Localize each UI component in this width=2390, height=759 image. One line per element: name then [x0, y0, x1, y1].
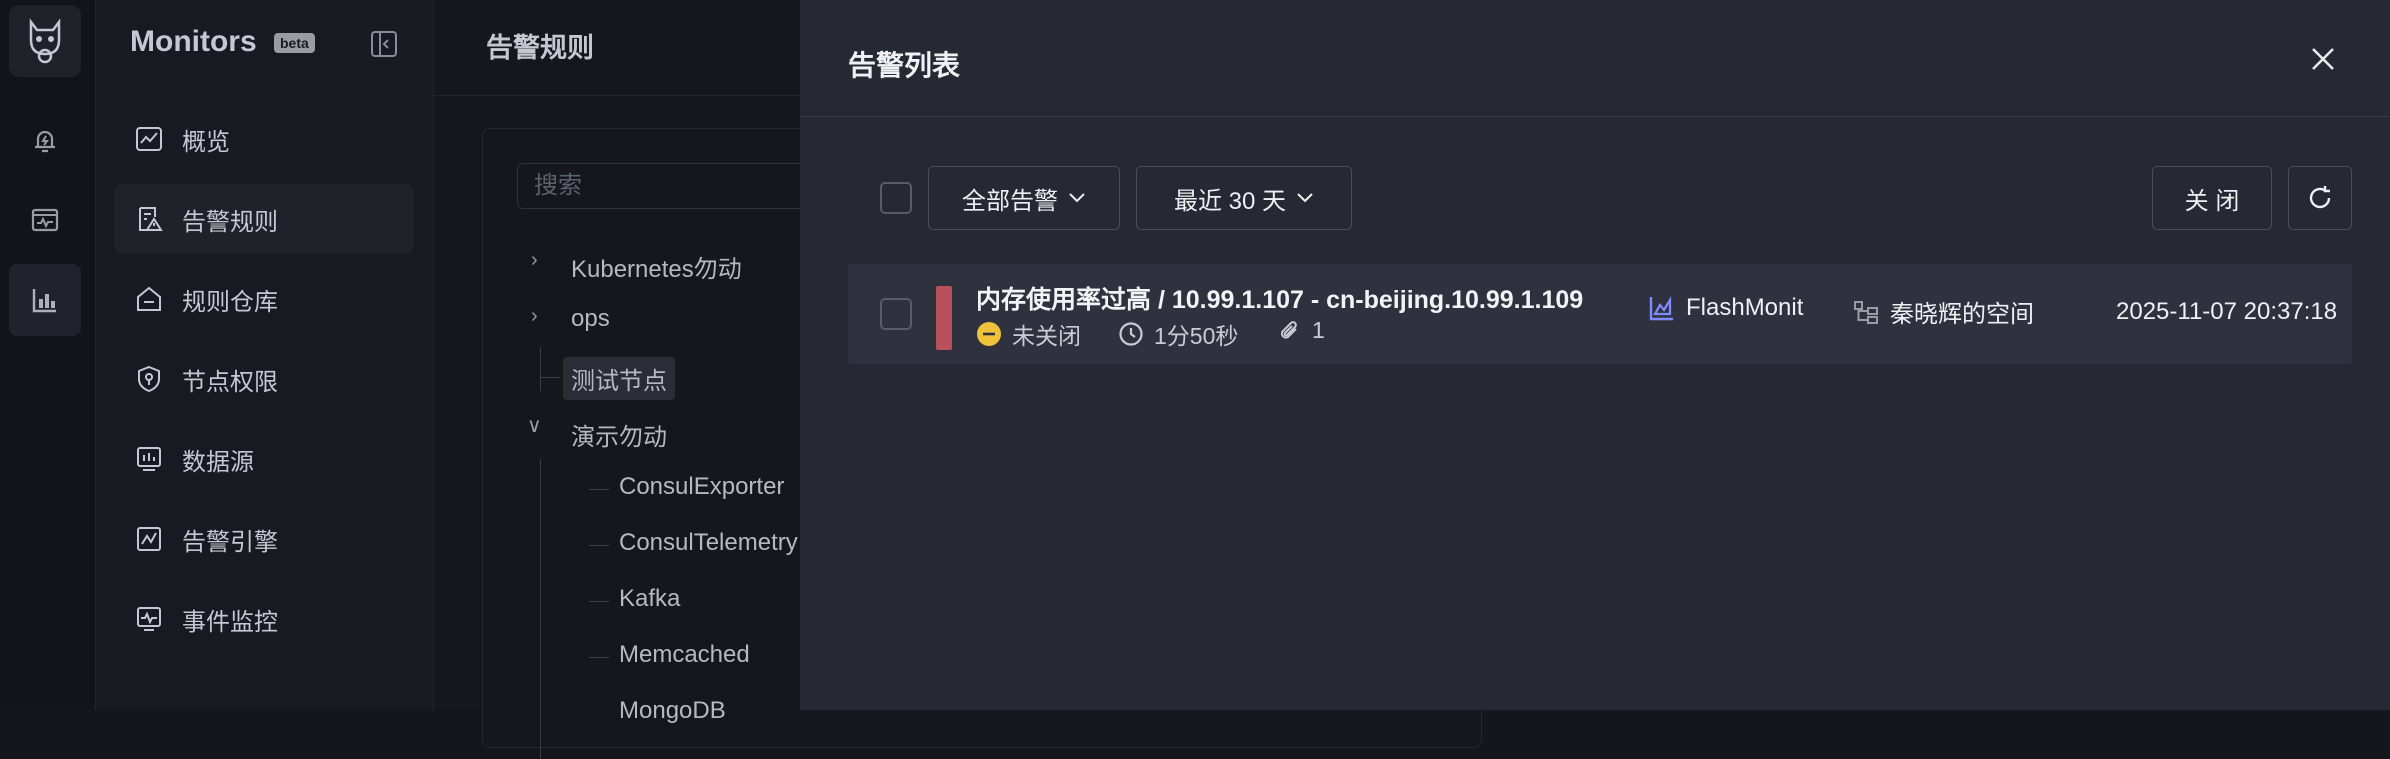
tree-connector — [589, 489, 609, 490]
app-logo[interactable] — [9, 5, 81, 77]
monitor-panel-icon[interactable] — [9, 184, 81, 256]
alert-row-checkbox[interactable] — [880, 298, 912, 330]
tree-node[interactable]: Memcached — [619, 641, 750, 669]
sidebar-item-alert-engine[interactable]: 告警引擎 — [114, 504, 414, 574]
chevron-down-icon[interactable]: ∨ — [527, 413, 542, 438]
drawer-header: 告警列表 — [800, 0, 2390, 117]
tree-node[interactable]: MongoDB — [619, 697, 726, 725]
sidebar-item-alert-rules[interactable]: 告警规则 — [114, 184, 414, 254]
sidebar-item-label: 数据源 — [182, 448, 254, 476]
chevron-down-icon — [1297, 193, 1313, 203]
tree-node[interactable]: ops — [571, 305, 610, 333]
alert-bell-icon[interactable] — [9, 104, 81, 176]
drawer-title: 告警列表 — [848, 50, 961, 81]
sidebar: Monitors beta 概览 告警规则 规则仓库 节点权限 数据源 告警引擎… — [96, 0, 434, 710]
tree-connector — [540, 347, 541, 391]
chevron-right-icon[interactable]: › — [531, 249, 538, 272]
sidebar-item-node-permission[interactable]: 节点权限 — [114, 344, 414, 414]
event-monitor-icon — [134, 604, 164, 634]
sidebar-item-label: 告警引擎 — [182, 528, 278, 556]
alert-engine-icon — [134, 524, 164, 554]
refresh-icon — [2309, 186, 2331, 209]
alert-attachments: 1 — [1276, 317, 1325, 344]
space-tree-icon — [1852, 298, 1880, 326]
sidebar-item-overview[interactable]: 概览 — [114, 104, 414, 174]
sidebar-item-label: 告警规则 — [182, 208, 278, 236]
alert-filter-dropdown[interactable]: 全部告警 — [928, 166, 1120, 230]
sidebar-item-label: 规则仓库 — [182, 288, 278, 316]
datasource-icon — [134, 444, 164, 474]
sidebar-item-label: 节点权限 — [182, 368, 278, 396]
alert-source: FlashMonit — [1648, 294, 1803, 322]
select-all-checkbox[interactable] — [880, 182, 912, 214]
tree-node[interactable]: Kubernetes勿动 — [571, 249, 742, 284]
sidebar-collapse-icon[interactable] — [370, 30, 398, 63]
brand-title: Monitors — [130, 25, 257, 58]
alert-space: 秦晓辉的空间 — [1852, 294, 2034, 329]
rule-repo-icon — [134, 284, 164, 314]
page-title: 告警规则 — [486, 33, 594, 63]
time-range-dropdown[interactable]: 最近 30 天 — [1136, 166, 1352, 230]
close-icon[interactable] — [2308, 44, 2338, 74]
tree-node[interactable]: ConsulTelemetry — [619, 529, 798, 557]
alert-rule-icon — [134, 204, 164, 234]
tree-node[interactable]: 演示勿动 — [571, 417, 667, 452]
alert-attachment-count: 1 — [1312, 317, 1325, 343]
node-permission-icon — [134, 364, 164, 394]
alert-filter-label: 全部告警 — [962, 187, 1058, 215]
sidebar-item-rule-repo[interactable]: 规则仓库 — [114, 264, 414, 334]
clock-icon — [1118, 321, 1144, 347]
sidebar-item-label: 概览 — [182, 128, 230, 156]
alert-status: 未关闭 — [976, 317, 1081, 351]
alert-duration: 1分50秒 — [1118, 317, 1238, 351]
alert-status-label: 未关闭 — [1012, 323, 1081, 349]
paperclip-icon — [1276, 318, 1302, 344]
tree-connector — [589, 657, 609, 658]
chevron-down-icon — [1069, 193, 1085, 203]
severity-indicator — [936, 286, 952, 350]
cat-logo-icon — [29, 18, 61, 64]
tree-connector — [589, 545, 609, 546]
close-alert-button[interactable]: 关 闭 — [2152, 166, 2272, 230]
tree-node-selected[interactable]: 测试节点 — [563, 357, 675, 400]
icon-rail — [0, 0, 96, 710]
chevron-right-icon[interactable]: › — [531, 305, 538, 328]
tree-node[interactable]: ConsulExporter — [619, 473, 784, 501]
refresh-button[interactable] — [2288, 166, 2352, 230]
alert-source-label: FlashMonit — [1686, 294, 1804, 321]
tree-connector — [540, 459, 541, 759]
sidebar-item-datasource[interactable]: 数据源 — [114, 424, 414, 494]
status-pending-icon — [976, 321, 1002, 347]
overview-chart-icon — [134, 124, 164, 154]
alert-title[interactable]: 内存使用率过高 / 10.99.1.107 - cn-beijing.10.99… — [976, 280, 1583, 316]
beta-badge: beta — [274, 33, 315, 53]
tree-connector — [540, 377, 560, 378]
alert-list-drawer: 告警列表 全部告警 最近 30 天 关 闭 内存使用率过高 / 10.99.1.… — [800, 0, 2390, 710]
sidebar-item-label: 事件监控 — [182, 608, 278, 636]
alert-row[interactable]: 内存使用率过高 / 10.99.1.107 - cn-beijing.10.99… — [848, 264, 2352, 364]
tree-node[interactable]: Kafka — [619, 585, 680, 613]
alert-space-label: 秦晓辉的空间 — [1890, 301, 2034, 328]
alert-duration-value: 1分50秒 — [1154, 323, 1239, 349]
sidebar-item-event-monitor[interactable]: 事件监控 — [114, 584, 414, 654]
chart-icon[interactable] — [9, 264, 81, 336]
alert-timestamp: 2025-11-07 20:37:18 — [2116, 298, 2338, 325]
source-chart-icon — [1648, 294, 1676, 322]
tree-connector — [589, 601, 609, 602]
time-range-label: 最近 30 天 — [1173, 187, 1287, 215]
